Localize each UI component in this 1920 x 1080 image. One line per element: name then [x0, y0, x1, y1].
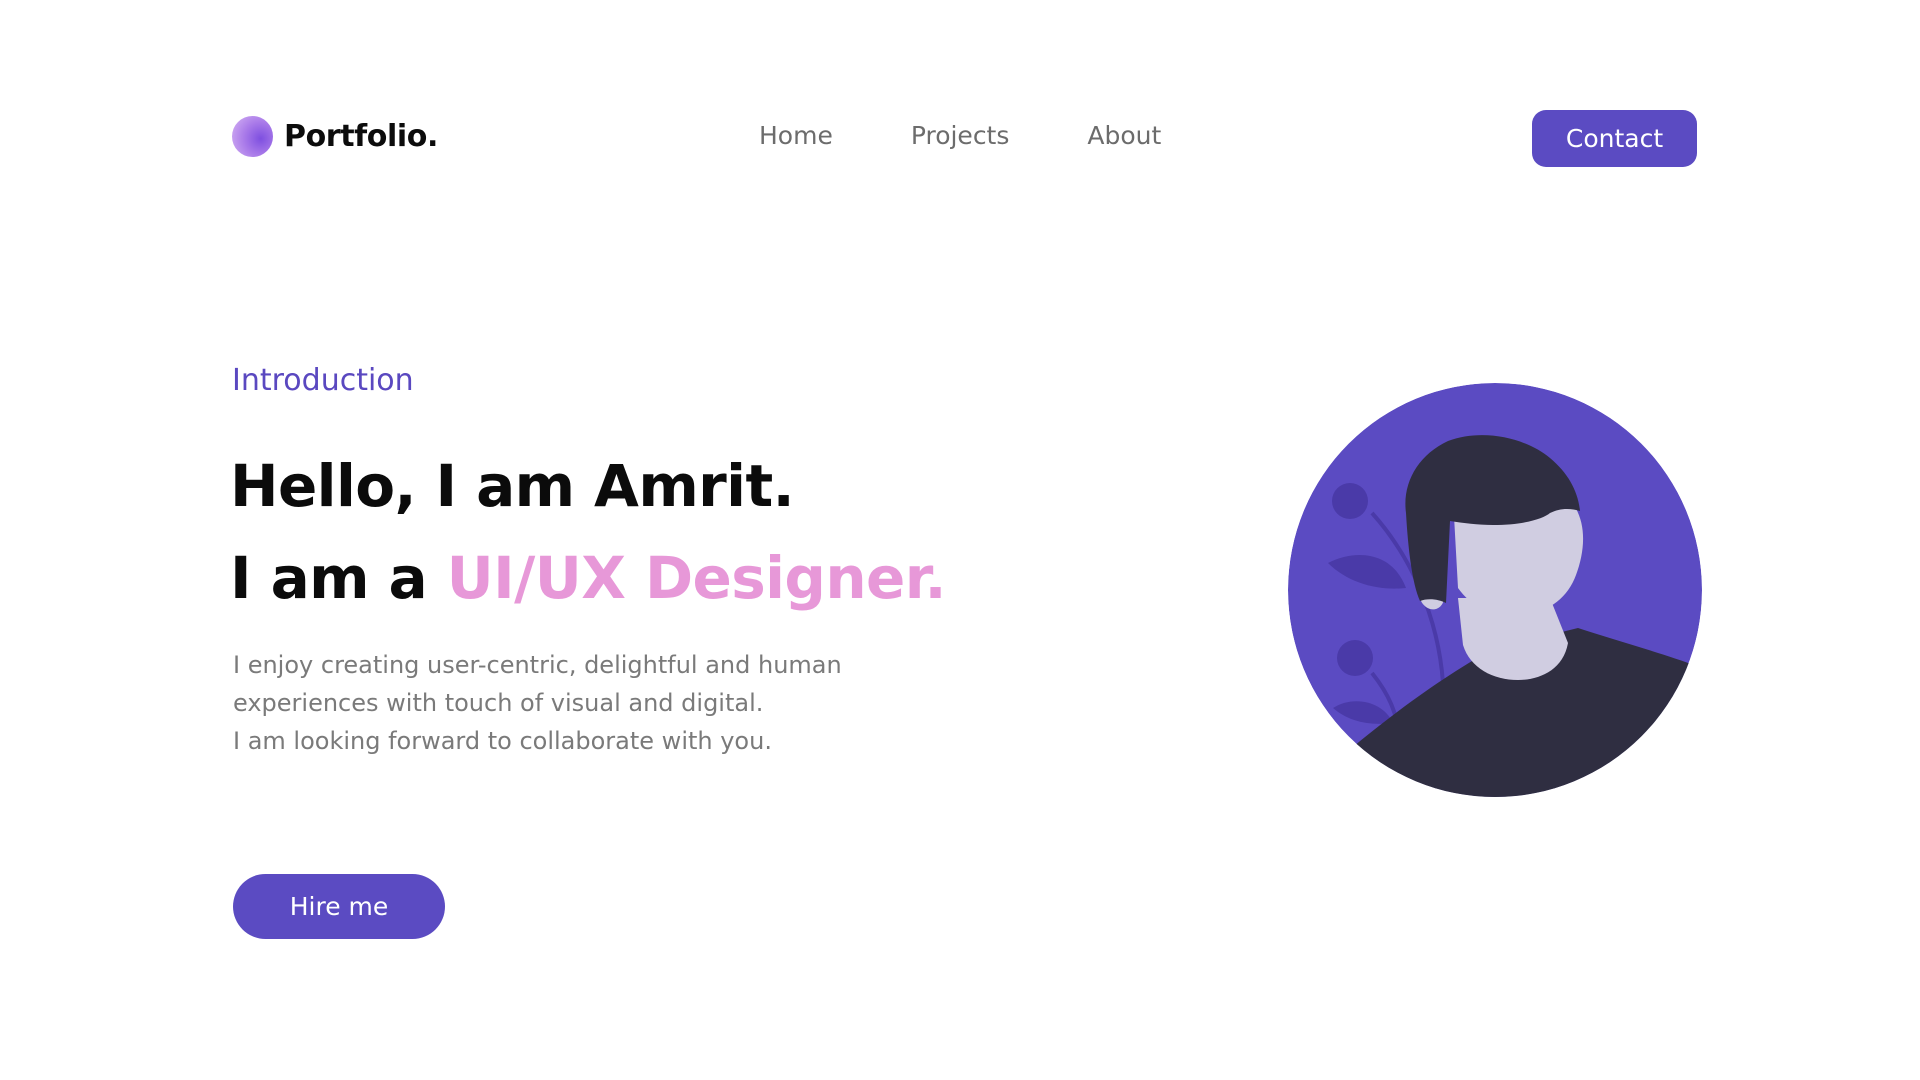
portfolio-page: Portfolio. Home Projects About Contact I… [0, 0, 1920, 1080]
description-line-3: I am looking forward to collaborate with… [233, 727, 772, 755]
contact-button[interactable]: Contact [1532, 110, 1697, 167]
logo-text: Portfolio. [284, 119, 438, 154]
hire-me-button[interactable]: Hire me [233, 874, 445, 939]
logo[interactable]: Portfolio. [232, 116, 438, 157]
headline-line-2-prefix: I am a [230, 544, 447, 612]
headline-line-1: Hello, I am Amrit. [230, 452, 795, 520]
intro-label: Introduction [232, 363, 414, 398]
hero-description: I enjoy creating user-centric, delightfu… [233, 646, 842, 760]
person-illustration-icon [1288, 383, 1702, 797]
nav-projects[interactable]: Projects [911, 121, 1010, 150]
nav-about[interactable]: About [1087, 121, 1161, 150]
headline-role: UI/UX Designer. [446, 544, 947, 612]
nav-home[interactable]: Home [759, 121, 833, 150]
hero-headline: Hello, I am Amrit. I am a UI/UX Designer… [230, 440, 947, 624]
main-nav: Home Projects About [759, 121, 1239, 150]
description-line-2: experiences with touch of visual and dig… [233, 689, 764, 717]
description-line-1: I enjoy creating user-centric, delightfu… [233, 651, 842, 679]
logo-circle-icon [232, 116, 273, 157]
